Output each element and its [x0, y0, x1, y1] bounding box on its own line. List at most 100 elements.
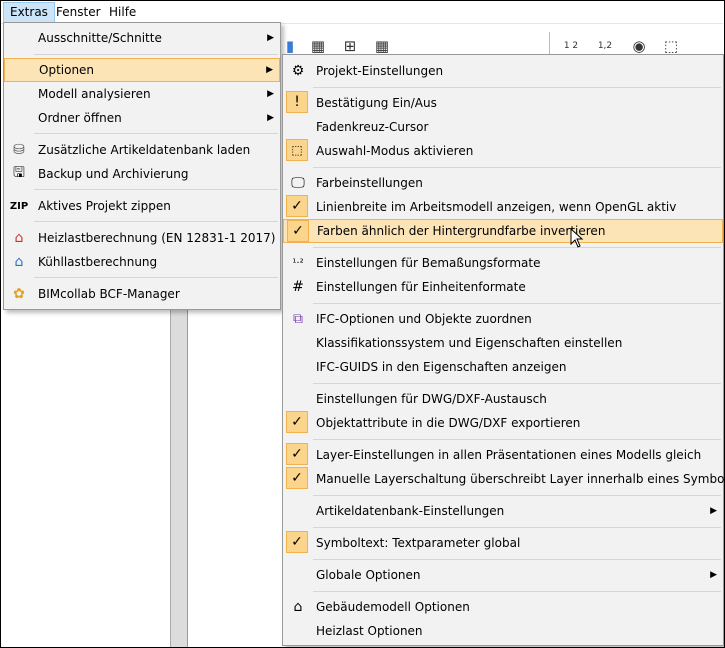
- menu-item-label: Objektattribute in die DWG/DXF exportier…: [316, 416, 581, 430]
- menu-item-ordner-oeffnen[interactable]: Ordner öffnen ▶: [4, 106, 280, 130]
- menu-item-label: Kühllastberechnung: [38, 255, 158, 269]
- monitor-color-icon: 🖵: [291, 175, 305, 191]
- checkmark-icon: ✓: [286, 531, 308, 553]
- menu-item-objektattribute-dwg[interactable]: ✓ Objektattribute in die DWG/DXF exporti…: [283, 411, 723, 435]
- menu-item-linienbreite[interactable]: ✓ Linienbreite im Arbeitsmodell anzeigen…: [283, 195, 723, 219]
- menu-item-label: Farben ähnlich der Hintergrundfarbe inve…: [317, 224, 606, 238]
- mouse-cursor-icon: [570, 228, 584, 248]
- menu-item-label: Bestätigung Ein/Aus: [316, 96, 437, 110]
- menu-fenster[interactable]: Fenster: [50, 2, 107, 22]
- menu-item-label: Einstellungen für Einheitenformate: [316, 280, 526, 294]
- menu-hilfe[interactable]: Hilfe: [103, 2, 142, 22]
- menu-item-bestaetigung[interactable]: ! Bestätigung Ein/Aus: [283, 91, 723, 115]
- menu-item-label: Gebäudemodell Optionen: [316, 600, 470, 614]
- menu-item-backup[interactable]: 🖫 Backup und Archivierung: [4, 162, 280, 186]
- menu-separator: [34, 54, 278, 55]
- menu-separator: [313, 167, 721, 168]
- checkmark-icon: ✓: [286, 467, 308, 489]
- menu-separator: [34, 277, 278, 278]
- menu-item-label: Auswahl-Modus aktivieren: [316, 144, 474, 158]
- menu-separator: [313, 527, 721, 528]
- submenu-arrow-icon: ▶: [267, 113, 274, 123]
- menu-item-label: Ordner öffnen: [38, 111, 122, 125]
- menu-item-heizlastberechnung[interactable]: ⌂ Heizlastberechnung (EN 12831-1 2017): [4, 226, 280, 250]
- menu-item-kuehllastberechnung[interactable]: ⌂ Kühllastberechnung: [4, 250, 280, 274]
- menu-item-label: Linienbreite im Arbeitsmodell anzeigen, …: [316, 200, 677, 214]
- menu-item-ifc-optionen[interactable]: ⧉ IFC-Optionen und Objekte zuordnen: [283, 307, 723, 331]
- backup-disk-icon: 🖫: [13, 165, 25, 181]
- menu-item-label: Artikeldatenbank-Einstellungen: [316, 504, 505, 518]
- menu-item-ausschnitte[interactable]: Ausschnitte/Schnitte ▶: [4, 26, 280, 50]
- menu-item-globale-optionen[interactable]: Globale Optionen ▶: [283, 563, 723, 587]
- menu-item-label: Symboltext: Textparameter global: [316, 536, 521, 550]
- menu-item-label: Optionen: [39, 63, 95, 77]
- unit-format-icon: #: [292, 279, 304, 295]
- menu-item-artikeldatenbank-einstellungen[interactable]: Artikeldatenbank-Einstellungen ▶: [283, 499, 723, 523]
- menu-item-label: Zusätzliche Artikeldatenbank laden: [38, 143, 251, 157]
- menu-item-bimcollab[interactable]: ✿ BIMcollab BCF-Manager: [4, 282, 280, 306]
- menu-item-label: Layer-Einstellungen in allen Präsentatio…: [316, 448, 702, 462]
- cooling-house-icon: ⌂: [14, 254, 24, 270]
- menu-item-auswahl-modus[interactable]: ⬚ Auswahl-Modus aktivieren: [283, 139, 723, 163]
- menu-item-label: Modell analysieren: [38, 87, 151, 101]
- submenu-arrow-icon: ▶: [267, 89, 274, 99]
- menu-item-dwg-dxf-austausch[interactable]: Einstellungen für DWG/DXF-Austausch: [283, 387, 723, 411]
- menu-item-label: Fadenkreuz-Cursor: [316, 120, 429, 134]
- checkmark-icon: ✓: [287, 220, 309, 242]
- menu-item-einheitenformate[interactable]: # Einstellungen für Einheitenformate: [283, 275, 723, 299]
- zip-file-icon: ZIP: [9, 200, 29, 212]
- menu-separator: [313, 591, 721, 592]
- menu-item-projekt-einstellungen[interactable]: ⚙ Projekt-Einstellungen: [283, 59, 723, 83]
- menu-item-artikeldatenbank-laden[interactable]: ⛁ Zusätzliche Artikeldatenbank laden: [4, 138, 280, 162]
- submenu-arrow-icon: ▶: [266, 65, 273, 75]
- menu-item-gebaeudemodell-optionen[interactable]: ⌂ Gebäudemodell Optionen: [283, 595, 723, 619]
- menu-item-label: BIMcollab BCF-Manager: [38, 287, 180, 301]
- menu-item-label: IFC-GUIDS in den Eigenschaften anzeigen: [316, 360, 567, 374]
- submenu-arrow-icon: ▶: [710, 506, 717, 516]
- menu-separator: [34, 133, 278, 134]
- menu-separator: [313, 439, 721, 440]
- menu-item-fadenkreuz[interactable]: Fadenkreuz-Cursor: [283, 115, 723, 139]
- menu-separator: [34, 189, 278, 190]
- checkmark-icon: ✓: [286, 443, 308, 465]
- menu-item-symboltext[interactable]: ✓ Symboltext: Textparameter global: [283, 531, 723, 555]
- menu-item-label: Einstellungen für DWG/DXF-Austausch: [316, 392, 547, 406]
- warning-icon: !: [286, 91, 308, 113]
- checkmark-icon: ✓: [286, 195, 308, 217]
- extras-menu: Ausschnitte/Schnitte ▶ Optionen ▶ Modell…: [3, 22, 281, 310]
- menu-item-modell-analysieren[interactable]: Modell analysieren ▶: [4, 82, 280, 106]
- menu-item-ifc-guids[interactable]: IFC-GUIDS in den Eigenschaften anzeigen: [283, 355, 723, 379]
- menu-extras[interactable]: Extras: [3, 2, 55, 24]
- menu-item-projekt-zippen[interactable]: ZIP Aktives Projekt zippen: [4, 194, 280, 218]
- menu-separator: [34, 221, 278, 222]
- menu-bar: Extras Fenster Hilfe: [1, 1, 723, 24]
- menu-item-label: Heizlastberechnung (EN 12831-1 2017): [38, 231, 276, 245]
- ifc-icon: ⧉: [293, 311, 303, 327]
- menu-separator: [313, 383, 721, 384]
- menu-item-bemassungsformate[interactable]: ¹·² Einstellungen für Bemaßungsformate: [283, 251, 723, 275]
- menu-separator: [313, 495, 721, 496]
- menu-item-layerschaltung[interactable]: ✓ Manuelle Layerschaltung überschreibt L…: [283, 467, 725, 491]
- menu-item-heizlast-optionen[interactable]: Heizlast Optionen: [283, 619, 723, 643]
- menu-item-klassifikationssystem[interactable]: Klassifikationssystem und Eigenschaften …: [283, 331, 723, 355]
- submenu-arrow-icon: ▶: [267, 33, 274, 43]
- menu-item-label: Globale Optionen: [316, 568, 421, 582]
- heating-house-icon: ⌂: [14, 230, 24, 246]
- optionen-submenu: ⚙ Projekt-Einstellungen ! Bestätigung Ei…: [282, 54, 725, 646]
- menu-separator: [313, 247, 721, 248]
- menu-item-label: Heizlast Optionen: [316, 624, 423, 638]
- menu-item-label: IFC-Optionen und Objekte zuordnen: [316, 312, 532, 326]
- menu-separator: [313, 87, 721, 88]
- selection-mode-icon: ⬚: [286, 139, 308, 161]
- menu-item-farbeinstellungen[interactable]: 🖵 Farbeinstellungen: [283, 171, 723, 195]
- menu-item-layer-einstellungen[interactable]: ✓ Layer-Einstellungen in allen Präsentat…: [283, 443, 723, 467]
- building-settings-icon: ⌂: [293, 599, 303, 615]
- project-settings-icon: ⚙: [291, 63, 305, 79]
- menu-item-optionen[interactable]: Optionen ▶: [4, 58, 280, 82]
- menu-item-label: Farbeinstellungen: [316, 176, 423, 190]
- menu-item-label: Manuelle Layerschaltung überschreibt Lay…: [316, 472, 725, 486]
- menu-item-farben-invertieren[interactable]: ✓ Farben ähnlich der Hintergrundfarbe in…: [283, 219, 723, 243]
- menu-separator: [313, 559, 721, 560]
- menu-item-label: Einstellungen für Bemaßungsformate: [316, 256, 541, 270]
- bimcollab-icon: ✿: [13, 286, 25, 302]
